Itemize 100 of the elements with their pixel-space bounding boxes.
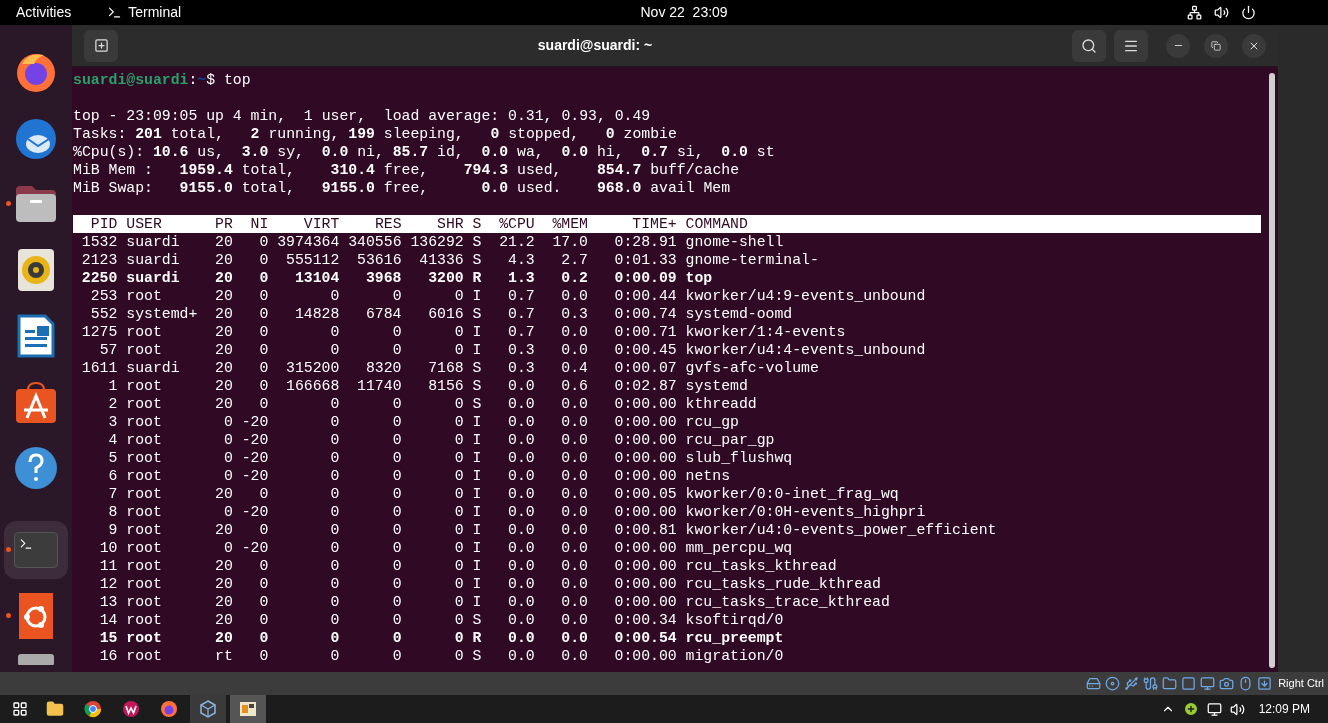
table-cell-text: 0 [391, 287, 402, 305]
table-cell-text: 0.4 [560, 359, 588, 377]
table-cell-text: 0.0 [507, 503, 535, 521]
table-cell-text: 0 [391, 449, 402, 467]
table-cell-text: root [125, 323, 163, 341]
table-cell-text: 1.3 [507, 269, 535, 287]
column-header: SHR [436, 215, 464, 233]
table-cell-text: 0 [329, 467, 340, 485]
table-cell-text: 0 [391, 323, 402, 341]
table-cell-text: 0:00.00 [613, 647, 677, 665]
table-cell-text: 0.0 [560, 503, 588, 521]
table-cell-text: 0.0 [507, 449, 535, 467]
table-cell-text: R [471, 269, 482, 287]
table-cell-text: root [125, 575, 163, 593]
table-cell-text: root [125, 467, 163, 485]
table-cell-text: root [125, 413, 163, 431]
table-cell-text: 0:00.00 [613, 413, 677, 431]
table-cell-text: 7168 [427, 359, 464, 377]
table-cell-text: gnome-terminal- [684, 251, 819, 269]
table-cell-text: kthreadd [684, 395, 757, 413]
table-cell-text: 6016 [427, 305, 464, 323]
table-cell-text: 0 [391, 611, 402, 629]
table-cell-text: 20 [214, 593, 233, 611]
table-cell-text: 3974364 [276, 233, 340, 251]
table-cell-text: rcu_tasks_rude_kthread [684, 575, 881, 593]
table-cell-text: mm_percpu_wq [684, 539, 793, 557]
table-cell-text: 0.6 [560, 377, 588, 395]
table-cell-text: 1 [107, 377, 118, 395]
table-cell-text: slub_flushwq [684, 449, 793, 467]
table-cell-text: 0 [258, 395, 269, 413]
table-cell-text: 0 [453, 413, 464, 431]
table-cell-text: 20 [214, 269, 233, 287]
table-cell-text: 0 [453, 575, 464, 593]
activities-button[interactable]: Activities [16, 2, 72, 23]
table-cell-text: root [125, 287, 163, 305]
table-cell-text: S [471, 233, 482, 251]
table-cell-text: root [125, 485, 163, 503]
app-menu[interactable]: Terminal [128, 2, 182, 23]
table-cell-text: 0.0 [560, 485, 588, 503]
table-cell-text: 0:00.45 [613, 341, 677, 359]
clock[interactable]: Nov 22 23:09 [640, 2, 728, 23]
table-cell-text: 20 [214, 305, 233, 323]
table-cell-text: 20 [214, 323, 233, 341]
table-cell-text: 166668 [285, 377, 340, 395]
column-header: PR [214, 215, 233, 233]
column-header: %MEM [551, 215, 588, 233]
table-cell-text: top [684, 269, 713, 287]
summary-line: %Cpu(s): 10.6 us, 3.0 sy, 0.0 ni, 85.7 id, 0.0 wa, 0.0 hi, 0.7 si, 0.0 st [73, 143, 776, 161]
table-cell-text: 0 [391, 467, 402, 485]
table-cell-text: 0 [453, 629, 464, 647]
window-title: suardi@suardi: ~ [537, 36, 653, 55]
table-cell-text: 1611 [80, 359, 118, 377]
table-cell-text: I [471, 539, 482, 557]
table-cell-text: 0 [453, 611, 464, 629]
table-cell-text: 0.0 [560, 611, 588, 629]
table-cell-text: S [471, 251, 482, 269]
table-cell-text: 0.3 [560, 305, 588, 323]
table-cell-text: 20 [214, 233, 233, 251]
table-cell-text: 0.0 [560, 449, 588, 467]
table-cell-text: 4.3 [507, 251, 535, 269]
table-cell-text: 0.0 [560, 557, 588, 575]
table-cell-text: 0.0 [507, 377, 535, 395]
table-cell-text: 0.0 [560, 413, 588, 431]
table-cell-text: 20 [214, 377, 233, 395]
column-header: NI [249, 215, 269, 233]
taskbar-clock[interactable]: 12:09 PM [1258, 700, 1310, 718]
table-cell-text: 0:00.81 [613, 521, 677, 539]
table-cell-text: S [471, 395, 482, 413]
table-cell-text: 0.0 [560, 341, 588, 359]
table-cell-text: 0 [258, 269, 269, 287]
table-cell-text: root [125, 395, 163, 413]
table-cell-text: 14828 [293, 305, 340, 323]
table-cell-text: root [125, 341, 163, 359]
table-cell-text: 0 [258, 485, 269, 503]
table-cell-text: 0.7 [507, 305, 535, 323]
table-cell-text: 136292 [409, 233, 464, 251]
table-cell-text: I [471, 467, 482, 485]
table-cell-text: -20 [240, 467, 269, 485]
table-cell-text: 5 [107, 449, 118, 467]
table-cell-text: 0.0 [507, 629, 535, 647]
table-cell-text: root [125, 431, 163, 449]
table-cell-text: 0 [258, 359, 269, 377]
table-cell-text: 0 [453, 485, 464, 503]
summary-line: Tasks: 201 total, 2 running, 199 sleeping, 0 stopped, 0 zombie [73, 125, 678, 143]
table-cell-text: 0.0 [560, 431, 588, 449]
table-cell-text: 0.0 [560, 287, 588, 305]
table-cell-text: 0 [453, 593, 464, 611]
table-cell-text: 13 [98, 593, 118, 611]
table-cell-text: 0:00.07 [613, 359, 677, 377]
table-cell-text: 0.0 [560, 539, 588, 557]
table-cell-text: 0:00.74 [613, 305, 677, 323]
table-cell-text: 0 [258, 287, 269, 305]
table-cell-text: 0 [453, 557, 464, 575]
table-cell-text: 11 [98, 557, 118, 575]
table-cell-text: 20 [214, 395, 233, 413]
table-cell-text: root [125, 557, 163, 575]
table-cell-text: I [471, 485, 482, 503]
table-cell-text: 0.0 [507, 485, 535, 503]
table-cell-text: S [471, 305, 482, 323]
table-cell-text: 0 [222, 539, 233, 557]
